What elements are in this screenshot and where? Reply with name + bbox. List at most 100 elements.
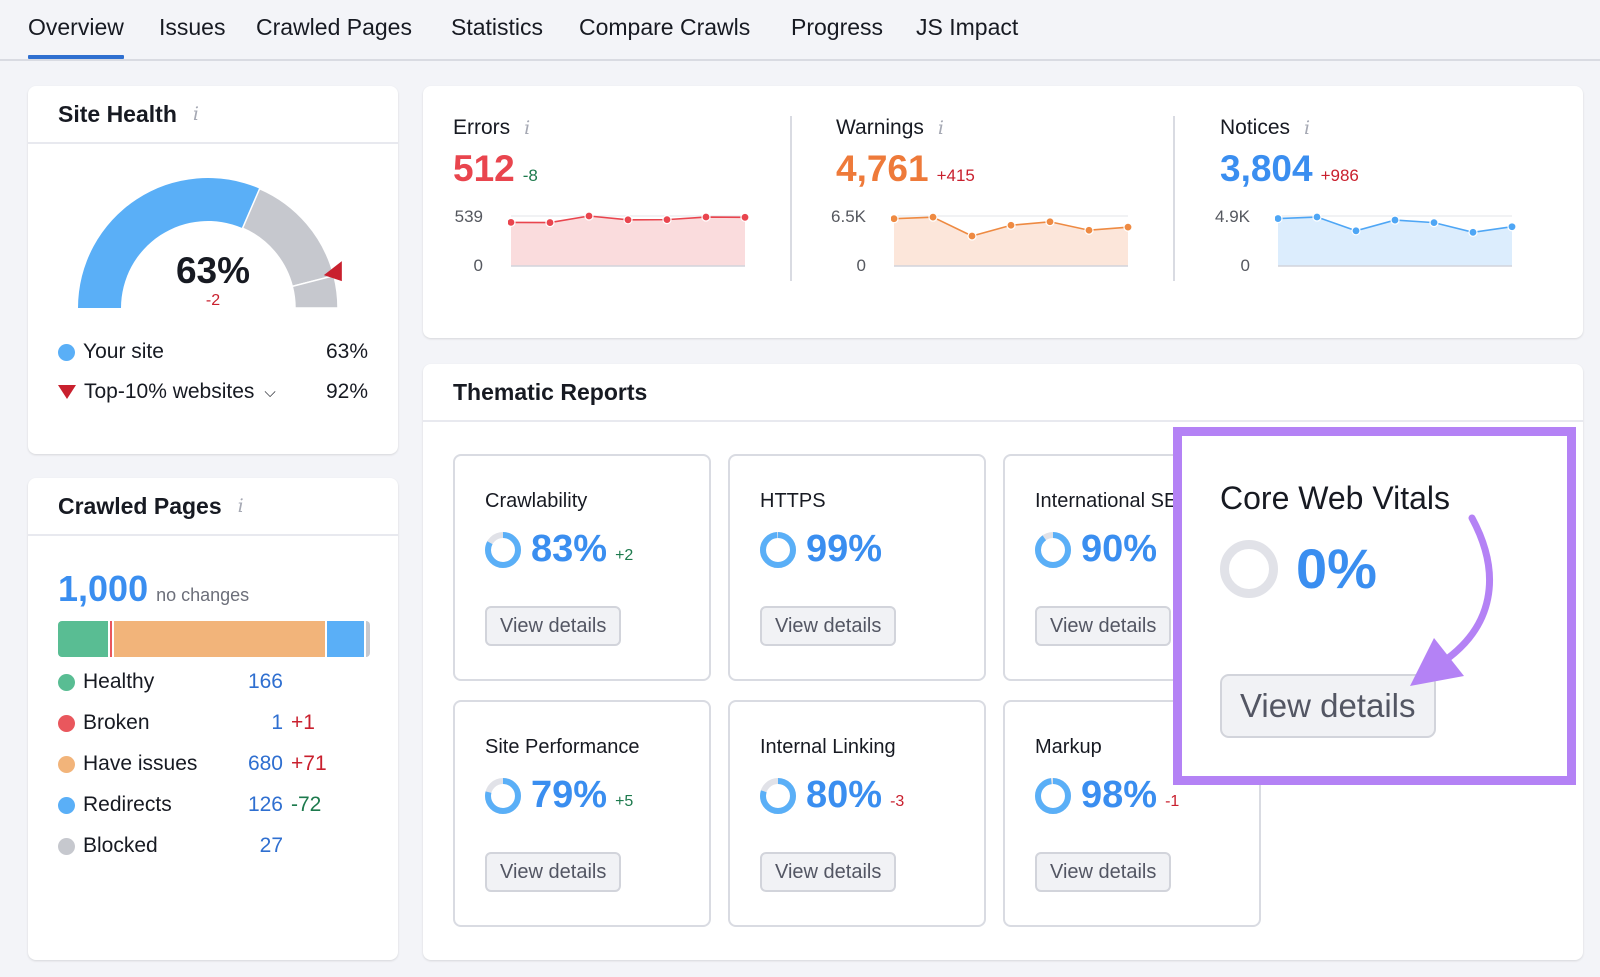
crawled-row-blocked: Blocked 27 <box>58 834 378 858</box>
status-dot-icon <box>58 837 75 855</box>
sparkline-point[interactable] <box>508 217 516 227</box>
info-icon[interactable]: i <box>524 117 530 139</box>
sparkline-point[interactable] <box>701 212 711 222</box>
stack-segment-blocked[interactable] <box>365 621 370 657</box>
thematic-card-title: Site Performance <box>485 736 640 758</box>
warnings-value[interactable]: 4,761 <box>836 148 929 190</box>
sparkline-point[interactable] <box>1006 220 1016 230</box>
sparkline-point[interactable] <box>1123 222 1133 232</box>
status-dot-icon <box>58 714 75 732</box>
thematic-reports-title: Thematic Reports <box>453 378 648 405</box>
thematic-card-pct: 83% <box>531 528 608 570</box>
tab-overview[interactable]: Overview <box>28 14 124 59</box>
sparkline-point[interactable] <box>967 231 977 241</box>
tab-compare-crawls[interactable]: Compare Crawls <box>579 14 750 41</box>
thematic-card-internal-linking: Internal Linking 80% -3 View details <box>728 700 986 927</box>
info-icon[interactable]: i <box>238 495 244 517</box>
tab-issues[interactable]: Issues <box>159 14 225 41</box>
sparkline-point[interactable] <box>1507 222 1517 232</box>
warnings-sparkline <box>891 212 1133 267</box>
thematic-reports-header: Thematic Reports <box>423 364 1583 422</box>
errors-value[interactable]: 512 <box>453 148 515 190</box>
sparkline-point[interactable] <box>928 212 938 222</box>
sparkline-point[interactable] <box>1275 213 1283 224</box>
row-label: Blocked <box>83 834 158 857</box>
sparkline-point[interactable] <box>1468 227 1478 237</box>
info-icon[interactable]: i <box>1304 117 1310 139</box>
view-details-button[interactable]: View details <box>1035 606 1172 646</box>
tab-progress[interactable]: Progress <box>791 14 883 41</box>
row-value[interactable]: 166 <box>219 670 283 694</box>
notices-sparkline <box>1275 212 1517 267</box>
row-value[interactable]: 126 <box>219 793 283 817</box>
core-web-vitals-pct: 0% <box>1296 537 1377 600</box>
sparkline-point[interactable] <box>1351 226 1361 236</box>
row-value[interactable]: 680 <box>219 752 283 776</box>
thematic-card-change: +5 <box>615 792 634 810</box>
thematic-card-change: -3 <box>890 792 905 810</box>
tab-statistics[interactable]: Statistics <box>451 14 543 41</box>
warnings-metric: Warnings i 4,761 +415 6.5K 0 <box>806 86 1186 338</box>
sparkline-point[interactable] <box>1429 218 1439 228</box>
thematic-card-crawlability: Crawlability 83% +2 View details <box>453 454 711 681</box>
stack-segment-have-issues[interactable] <box>114 621 327 657</box>
row-change: +71 <box>291 752 327 775</box>
crawled-row-have-issues: Have issues 680 +71 <box>58 752 378 776</box>
notices-change: +986 <box>1320 166 1359 185</box>
crawled-total: 1,000 no changes <box>58 568 249 610</box>
tab-crawled-pages[interactable]: Crawled Pages <box>256 14 412 41</box>
thematic-card-pct: 79% <box>531 774 608 816</box>
view-details-button[interactable]: View details <box>485 852 622 892</box>
thematic-card-score: 80% -3 <box>760 774 904 817</box>
stack-segment-redirects[interactable] <box>326 621 366 657</box>
tab-js-impact[interactable]: JS Impact <box>916 14 1018 41</box>
thematic-card-site-performance: Site Performance 79% +5 View details <box>453 700 711 927</box>
crawled-pages-stacked-bar <box>58 621 370 657</box>
row-value[interactable]: 1 <box>219 711 283 735</box>
view-details-button[interactable]: View details <box>760 852 897 892</box>
score-donut-icon <box>760 531 796 568</box>
stack-segment-healthy[interactable] <box>58 621 110 657</box>
sparkline-point[interactable] <box>623 215 633 225</box>
status-dot-icon <box>58 673 75 691</box>
score-donut-icon <box>1220 539 1278 598</box>
legend-value: 63% <box>325 340 368 363</box>
crawled-pages-title: Crawled Pages <box>58 492 222 519</box>
chevron-down-icon[interactable]: ⌵ <box>264 384 275 401</box>
crawled-row-broken: Broken 1 +1 <box>58 711 378 735</box>
info-icon[interactable]: i <box>193 103 199 125</box>
errors-sparkline <box>508 211 750 267</box>
notices-y-min: 0 <box>1240 256 1250 275</box>
status-dot-icon <box>58 796 75 814</box>
sparkline-point[interactable] <box>740 212 750 222</box>
score-donut-icon <box>1035 531 1071 568</box>
legend-value: 92% <box>325 380 368 403</box>
info-icon[interactable]: i <box>938 117 944 139</box>
row-change: -72 <box>291 793 322 816</box>
crawled-total-value[interactable]: 1,000 <box>58 568 148 610</box>
sparkline-point[interactable] <box>1045 217 1055 227</box>
site-health-delta: -2 <box>205 292 221 309</box>
sparkline-point[interactable] <box>1312 212 1322 222</box>
view-details-button[interactable]: View details <box>485 606 622 646</box>
view-details-button[interactable]: View details <box>760 606 897 646</box>
crawled-row-healthy: Healthy 166 <box>58 670 378 694</box>
site-health-card: Site Health i 63% -2 Your site 63% Top-1… <box>28 86 398 454</box>
thematic-card-title: Markup <box>1035 736 1102 758</box>
donut-fill <box>1035 777 1071 814</box>
sparkline-point[interactable] <box>545 217 555 228</box>
sparkline-point[interactable] <box>662 215 672 225</box>
legend-your-site: Your site 63% <box>58 340 368 364</box>
sparkline-point[interactable] <box>584 211 594 221</box>
divider <box>790 116 792 281</box>
sparkline-point[interactable] <box>1084 225 1094 235</box>
score-donut-icon <box>1035 777 1071 814</box>
view-details-button[interactable]: View details <box>1035 852 1172 892</box>
score-donut-icon <box>760 777 796 814</box>
row-value[interactable]: 27 <box>219 834 283 858</box>
sparkline-point[interactable] <box>1390 215 1400 225</box>
notices-value[interactable]: 3,804 <box>1220 148 1313 190</box>
thematic-card-change: +2 <box>615 546 634 564</box>
warnings-y-min: 0 <box>856 256 866 275</box>
sparkline-point[interactable] <box>891 214 899 224</box>
